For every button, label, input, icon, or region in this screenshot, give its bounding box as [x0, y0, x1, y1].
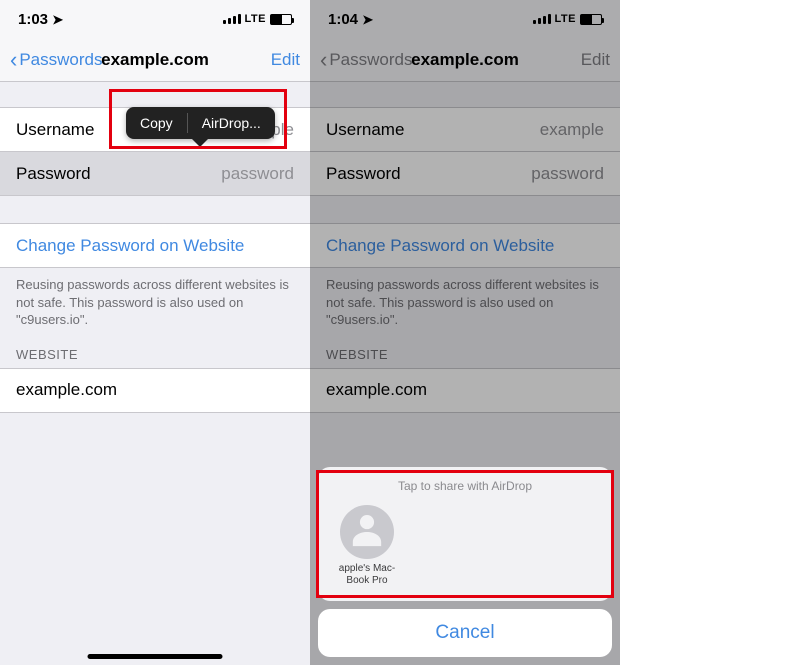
spacer	[310, 196, 620, 224]
airdrop-button[interactable]: AirDrop...	[188, 107, 275, 139]
status-bar: 1:04 ➤ LTE	[310, 0, 620, 38]
signal-icon	[223, 14, 241, 24]
callout-arrow-icon	[192, 139, 208, 147]
username-value: example	[540, 120, 604, 140]
spacer	[0, 413, 310, 665]
change-password-link[interactable]: Change Password on Website	[0, 224, 310, 268]
password-reuse-warning: Reusing passwords across different websi…	[0, 268, 310, 333]
airdrop-target[interactable]: apple's Mac- Book Pro	[330, 505, 404, 587]
back-button: ‹Passwords	[320, 50, 412, 70]
spacer	[0, 82, 310, 108]
password-row: Password password	[310, 152, 620, 196]
battery-icon	[270, 14, 292, 25]
status-time: 1:03	[18, 11, 48, 28]
phone-left: 1:03 ➤ LTE ‹Passwords example.com Edit U…	[0, 0, 310, 665]
airdrop-sheet: Tap to share with AirDrop apple's Mac- B…	[318, 467, 612, 657]
nav-bar: ‹Passwords example.com Edit	[0, 38, 310, 82]
airdrop-card: Tap to share with AirDrop apple's Mac- B…	[318, 467, 612, 601]
website-value: example.com	[16, 380, 117, 400]
location-icon: ➤	[52, 12, 63, 27]
website-value: example.com	[326, 380, 427, 400]
username-row: Username example	[310, 108, 620, 152]
password-value: password	[221, 164, 294, 184]
username-label: Username	[326, 120, 404, 140]
change-password-link: Change Password on Website	[310, 224, 620, 268]
spacer	[0, 196, 310, 224]
airdrop-target-name: apple's Mac- Book Pro	[330, 563, 404, 587]
back-button[interactable]: ‹Passwords	[10, 50, 102, 70]
carrier-label: LTE	[555, 13, 576, 25]
website-row[interactable]: example.com	[0, 369, 310, 413]
sheet-title: Tap to share with AirDrop	[318, 475, 612, 503]
spacer	[310, 82, 620, 108]
website-row: example.com	[310, 369, 620, 413]
battery-icon	[580, 14, 602, 25]
status-time: 1:04	[328, 11, 358, 28]
phone-right: 1:04 ➤ LTE ‹Passwords example.com Edit U…	[310, 0, 620, 665]
person-icon	[340, 505, 394, 559]
edit-button[interactable]: Edit	[271, 50, 300, 70]
website-section-header: WEBSITE	[0, 333, 310, 369]
carrier-label: LTE	[245, 13, 266, 25]
copy-button[interactable]: Copy	[126, 107, 187, 139]
nav-bar: ‹Passwords example.com Edit	[310, 38, 620, 82]
chevron-left-icon: ‹	[320, 51, 327, 68]
signal-icon	[533, 14, 551, 24]
username-label: Username	[16, 120, 94, 140]
password-row[interactable]: Password password	[0, 152, 310, 196]
status-bar: 1:03 ➤ LTE	[0, 0, 310, 38]
password-label: Password	[16, 164, 91, 184]
password-reuse-warning: Reusing passwords across different websi…	[310, 268, 620, 333]
location-icon: ➤	[362, 12, 373, 27]
chevron-left-icon: ‹	[10, 51, 17, 68]
home-indicator[interactable]	[88, 654, 223, 659]
edit-button: Edit	[581, 50, 610, 70]
cancel-button[interactable]: Cancel	[318, 609, 612, 657]
password-value: password	[531, 164, 604, 184]
context-menu: Copy AirDrop...	[126, 107, 275, 139]
website-section-header: WEBSITE	[310, 333, 620, 369]
password-label: Password	[326, 164, 401, 184]
